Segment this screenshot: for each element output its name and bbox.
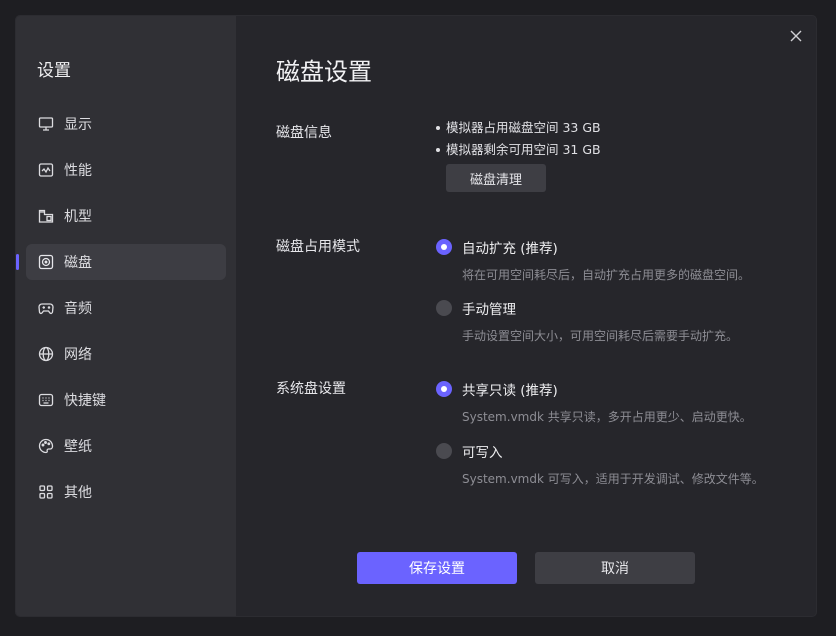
sidebar-item-performance[interactable]: 性能 (26, 152, 226, 188)
system-disk-writable-radio-row[interactable]: 可写入 (436, 441, 764, 461)
gamepad-icon (38, 300, 54, 316)
sidebar-item-label: 壁纸 (64, 439, 92, 455)
radio-checked-icon[interactable] (436, 239, 452, 255)
palette-icon (38, 438, 54, 454)
system-disk-option-shared: 共享只读 (推荐) System.vmdk 共享只读，多开占用更少、启动更快。 (436, 379, 752, 425)
sidebar-item-wallpaper[interactable]: 壁纸 (26, 428, 226, 464)
radio-label: 共享只读 (推荐) (462, 383, 558, 399)
sidebar-item-label: 性能 (64, 163, 92, 179)
sidebar-nav: 显示 性能 机型 磁盘 音频 网络 快捷键 壁纸 其他 (16, 106, 226, 520)
sidebar-item-label: 音频 (64, 301, 92, 317)
sidebar-title: 设置 (37, 61, 71, 81)
disk-mode-auto-radio-row[interactable]: 自动扩充 (推荐) (436, 237, 750, 257)
radio-unchecked-icon[interactable] (436, 300, 452, 316)
sidebar-item-label: 快捷键 (64, 393, 106, 409)
save-button[interactable]: 保存设置 (357, 552, 517, 584)
close-icon (790, 30, 802, 42)
radio-label: 自动扩充 (推荐) (462, 241, 558, 257)
sidebar-item-label: 其他 (64, 485, 92, 501)
radio-unchecked-icon[interactable] (436, 443, 452, 459)
radio-description: System.vmdk 共享只读，多开占用更少、启动更快。 (462, 410, 752, 424)
sidebar-item-label: 网络 (64, 347, 92, 363)
radio-description: 手动设置空间大小，可用空间耗尽后需要手动扩充。 (462, 329, 739, 343)
disk-free-line: 模拟器剩余可用空间 31 GB (436, 139, 601, 161)
sidebar-item-label: 显示 (64, 117, 92, 133)
sidebar-item-network[interactable]: 网络 (26, 336, 226, 372)
sidebar-item-shortcuts[interactable]: 快捷键 (26, 382, 226, 418)
disk-icon (38, 254, 54, 270)
settings-window: 设置 显示 性能 机型 磁盘 音频 网络 快捷键 壁纸 其他 磁盘设置 磁盘信息… (16, 16, 816, 616)
bullet-icon (436, 126, 440, 130)
sidebar-item-display[interactable]: 显示 (26, 106, 226, 142)
radio-checked-icon[interactable] (436, 381, 452, 397)
disk-used-line: 模拟器占用磁盘空间 33 GB (436, 117, 601, 139)
system-disk-option-writable: 可写入 System.vmdk 可写入，适用于开发调试、修改文件等。 (436, 441, 764, 487)
close-button[interactable] (786, 26, 806, 46)
radio-description: System.vmdk 可写入，适用于开发调试、修改文件等。 (462, 472, 764, 486)
device-model-icon (38, 208, 54, 224)
disk-info-label: 磁盘信息 (276, 125, 332, 141)
sidebar-item-audio[interactable]: 音频 (26, 290, 226, 326)
disk-mode-option-auto: 自动扩充 (推荐) 将在可用空间耗尽后，自动扩充占用更多的磁盘空间。 (436, 237, 750, 283)
radio-label: 手动管理 (462, 302, 516, 318)
sidebar-item-label: 磁盘 (64, 255, 92, 271)
sidebar-item-device-model[interactable]: 机型 (26, 198, 226, 234)
performance-icon (38, 162, 54, 178)
disk-used-text: 模拟器占用磁盘空间 33 GB (446, 120, 601, 135)
disk-clean-button[interactable]: 磁盘清理 (446, 164, 546, 192)
bullet-icon (436, 148, 440, 152)
main-panel: 磁盘设置 磁盘信息 模拟器占用磁盘空间 33 GB 模拟器剩余可用空间 31 G… (236, 16, 816, 616)
system-disk-label: 系统盘设置 (276, 381, 346, 397)
disk-mode-label: 磁盘占用模式 (276, 239, 360, 255)
disk-mode-option-manual: 手动管理 手动设置空间大小，可用空间耗尽后需要手动扩充。 (436, 298, 738, 344)
disk-mode-manual-radio-row[interactable]: 手动管理 (436, 298, 738, 318)
cancel-button[interactable]: 取消 (535, 552, 695, 584)
system-disk-shared-radio-row[interactable]: 共享只读 (推荐) (436, 379, 752, 399)
radio-description: 将在可用空间耗尽后，自动扩充占用更多的磁盘空间。 (462, 268, 751, 282)
globe-icon (38, 346, 54, 362)
monitor-icon (38, 116, 54, 132)
sidebar: 设置 显示 性能 机型 磁盘 音频 网络 快捷键 壁纸 其他 (16, 16, 236, 616)
keyboard-icon (38, 392, 54, 408)
sidebar-item-disk[interactable]: 磁盘 (16, 244, 226, 280)
disk-info-list: 模拟器占用磁盘空间 33 GB 模拟器剩余可用空间 31 GB (436, 117, 601, 161)
sidebar-item-other[interactable]: 其他 (26, 474, 226, 510)
grid-icon (38, 484, 54, 500)
page-title: 磁盘设置 (276, 58, 372, 86)
radio-label: 可写入 (462, 445, 503, 461)
disk-free-text: 模拟器剩余可用空间 31 GB (446, 142, 601, 157)
sidebar-item-label: 机型 (64, 209, 92, 225)
